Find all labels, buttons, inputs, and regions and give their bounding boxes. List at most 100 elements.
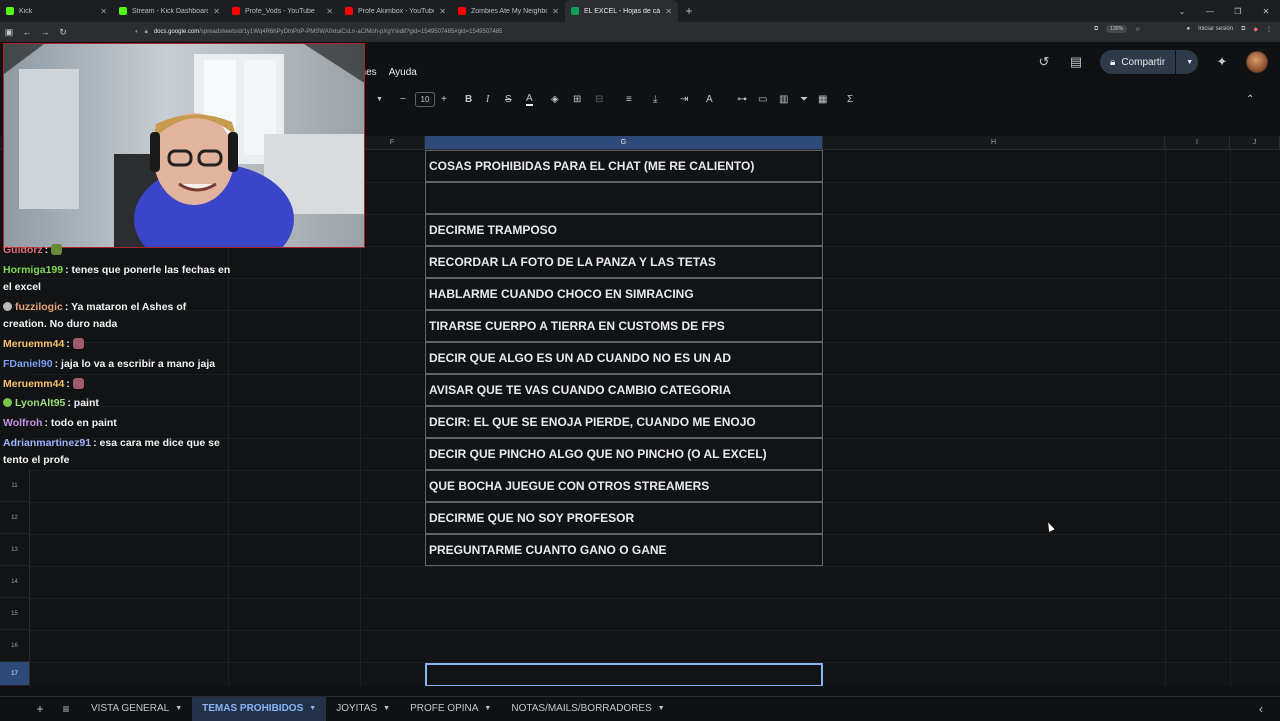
profile-icon[interactable]: ● bbox=[1186, 26, 1190, 32]
align-vertical-icon[interactable]: ⤓ bbox=[653, 92, 657, 106]
browser-tab[interactable]: Stream - Kick Dashboard ✕ bbox=[113, 0, 226, 22]
translate-icon[interactable]: ⧉ bbox=[1094, 26, 1098, 33]
column-header-f[interactable]: F bbox=[360, 136, 425, 150]
sheet-tab-joyitas[interactable]: JOYITAS ▼ bbox=[326, 697, 400, 721]
row-header-16[interactable]: 16 bbox=[0, 630, 30, 662]
chevron-down-icon[interactable]: ▼ bbox=[658, 705, 665, 712]
forward-icon[interactable]: → bbox=[36, 27, 54, 37]
chevron-down-icon[interactable]: ▼ bbox=[383, 705, 390, 712]
cell-g[interactable]: DECIRME TRAMPOSO bbox=[425, 214, 823, 246]
chevron-down-icon[interactable]: ▼ bbox=[1182, 59, 1193, 66]
row-header-13[interactable]: 13 bbox=[0, 534, 30, 566]
selected-cell-g17[interactable] bbox=[425, 663, 823, 686]
decrease-font-icon[interactable]: − bbox=[400, 92, 406, 106]
url-field[interactable]: ◐ 🔒︎ docs.google.com/spreadsheets/d/1y1W… bbox=[135, 25, 1075, 39]
menu-item-help[interactable]: Ayuda bbox=[389, 67, 417, 78]
row-header-15[interactable]: 15 bbox=[0, 598, 30, 630]
close-icon[interactable]: ✕ bbox=[439, 7, 446, 16]
column-header-i[interactable]: I bbox=[1165, 136, 1230, 150]
sheet-tab-vista-general[interactable]: VISTA GENERAL ▼ bbox=[81, 697, 192, 721]
increase-font-icon[interactable]: + bbox=[441, 92, 447, 106]
browser-tab[interactable]: Profe Akimbox - YouTube ✕ bbox=[339, 0, 452, 22]
italic-icon[interactable]: I bbox=[486, 92, 489, 106]
minimize-icon[interactable]: — bbox=[1196, 7, 1224, 16]
chevron-down-icon[interactable]: ▼ bbox=[309, 705, 316, 712]
history-icon[interactable]: ↺ bbox=[1036, 54, 1052, 70]
borders-icon[interactable]: ⊞ bbox=[573, 92, 581, 106]
sheet-tab-profe-opina[interactable]: PROFE OPINA ▼ bbox=[400, 697, 501, 721]
font-size-input[interactable]: 10 bbox=[415, 92, 435, 107]
collapse-toolbar-icon[interactable]: ⌃ bbox=[1246, 92, 1254, 106]
text-wrap-icon[interactable]: ⇥ bbox=[680, 92, 688, 106]
browser-tab[interactable]: Kick ✕ bbox=[0, 0, 113, 22]
tab-search-icon[interactable]: ⌄ bbox=[1168, 7, 1196, 16]
cell-g[interactable]: DECIRME QUE NO SOY PROFESOR bbox=[425, 502, 823, 534]
extension-icon[interactable]: ◆ bbox=[1253, 26, 1258, 33]
column-header-j[interactable]: J bbox=[1230, 136, 1280, 150]
browser-menu-icon[interactable]: ⋮ bbox=[1266, 26, 1272, 33]
browser-tab[interactable]: Profe_Vods - YouTube ✕ bbox=[226, 0, 339, 22]
sign-in-button[interactable]: Iniciar sesión bbox=[1198, 26, 1233, 32]
new-tab-button[interactable]: + bbox=[678, 0, 700, 22]
cell-g[interactable]: COSAS PROHIBIDAS PARA EL CHAT (ME RE CAL… bbox=[425, 150, 823, 182]
close-icon[interactable]: ✕ bbox=[552, 7, 559, 16]
close-icon[interactable]: ✕ bbox=[213, 7, 220, 16]
cell-g[interactable]: QUE BOCHA JUEGUE CON OTROS STREAMERS bbox=[425, 470, 823, 502]
close-icon[interactable]: ✕ bbox=[665, 7, 672, 16]
cell-g[interactable]: DECIR QUE ALGO ES UN AD CUANDO NO ES UN … bbox=[425, 342, 823, 374]
zoom-indicator[interactable]: 130% bbox=[1106, 25, 1128, 33]
add-sheet-icon[interactable]: + bbox=[27, 702, 53, 716]
fill-color-icon[interactable]: ◈ bbox=[551, 92, 559, 106]
back-icon[interactable]: ← bbox=[18, 27, 36, 37]
align-horizontal-icon[interactable]: ≡ bbox=[626, 92, 632, 106]
badge-icon bbox=[3, 398, 12, 407]
comments-icon[interactable]: ▤ bbox=[1068, 54, 1084, 70]
chevron-down-icon[interactable]: ▼ bbox=[175, 705, 182, 712]
all-sheets-icon[interactable]: ≡ bbox=[53, 702, 79, 716]
chevron-down-icon[interactable]: ▼ bbox=[484, 705, 491, 712]
filter-views-icon[interactable]: ▦ bbox=[818, 92, 827, 106]
row-header-12[interactable]: 12 bbox=[0, 502, 30, 534]
bookmark-star-icon[interactable]: ☆ bbox=[1135, 26, 1140, 33]
cell-g[interactable]: AVISAR QUE TE VAS CUANDO CAMBIO CATEGORI… bbox=[425, 374, 823, 406]
filter-icon[interactable]: ⏷ bbox=[800, 92, 808, 106]
row-header-14[interactable]: 14 bbox=[0, 566, 30, 598]
explore-collapse-icon[interactable]: ‹ bbox=[1248, 702, 1274, 716]
functions-icon[interactable]: Σ bbox=[847, 92, 853, 106]
sheet-tab-temas-prohibidos[interactable]: TEMAS PROHIBIDOS ▼ bbox=[192, 696, 327, 721]
browser-tab-active[interactable]: EL EXCEL - Hojas de cálculo de ✕ bbox=[565, 0, 678, 22]
comment-icon[interactable]: ▭ bbox=[758, 92, 767, 106]
cell-g[interactable]: RECORDAR LA FOTO DE LA PANZA Y LAS TETAS bbox=[425, 246, 823, 278]
cell-g[interactable]: DECIR: EL QUE SE ENOJA PIERDE, CUANDO ME… bbox=[425, 406, 823, 438]
text-color-icon[interactable]: A bbox=[526, 92, 533, 106]
close-icon[interactable]: ✕ bbox=[100, 7, 107, 16]
cell-g[interactable] bbox=[425, 182, 823, 214]
cell-g[interactable]: HABLARME CUANDO CHOCO EN SIMRACING bbox=[425, 278, 823, 310]
sidebar-icon[interactable]: ▣ bbox=[0, 27, 18, 38]
column-header-h[interactable]: H bbox=[823, 136, 1165, 150]
link-icon[interactable]: ⊶ bbox=[737, 92, 747, 106]
close-icon[interactable]: ✕ bbox=[326, 7, 333, 16]
extensions-icon[interactable]: ⧉ bbox=[1241, 26, 1245, 33]
close-window-icon[interactable]: ✕ bbox=[1252, 7, 1280, 16]
browser-tab[interactable]: Zombies Ate My Neighbors 10: ✕ bbox=[452, 0, 565, 22]
row-header-17[interactable]: 17 bbox=[0, 662, 30, 686]
site-info-icon[interactable]: ◐ bbox=[135, 29, 139, 35]
bold-icon[interactable]: B bbox=[465, 92, 472, 106]
share-button[interactable]: 🔒︎ Compartir ▼ bbox=[1100, 50, 1198, 74]
avatar[interactable] bbox=[1246, 51, 1268, 73]
chart-icon[interactable]: ▥ bbox=[779, 92, 788, 106]
cell-g[interactable]: PREGUNTARME CUANTO GANO O GANE bbox=[425, 534, 823, 566]
strikethrough-icon[interactable]: S bbox=[505, 92, 512, 106]
merge-cells-icon[interactable]: ⊟ bbox=[595, 92, 603, 106]
gemini-icon[interactable]: ✦ bbox=[1214, 54, 1230, 70]
chevron-down-icon[interactable]: ▼ bbox=[376, 92, 383, 106]
text-rotation-icon[interactable]: A bbox=[706, 92, 713, 106]
cell-g[interactable]: TIRARSE CUERPO A TIERRA EN CUSTOMS DE FP… bbox=[425, 310, 823, 342]
reload-icon[interactable]: ↻ bbox=[54, 27, 72, 38]
cell-g[interactable]: DECIR QUE PINCHO ALGO QUE NO PINCHO (O A… bbox=[425, 438, 823, 470]
restore-icon[interactable]: ❐ bbox=[1224, 7, 1252, 16]
column-header-g[interactable]: G bbox=[425, 136, 823, 150]
sheet-tab-notas[interactable]: NOTAS/MAILS/BORRADORES ▼ bbox=[501, 697, 674, 721]
row-header-11[interactable]: 11 bbox=[0, 470, 30, 502]
